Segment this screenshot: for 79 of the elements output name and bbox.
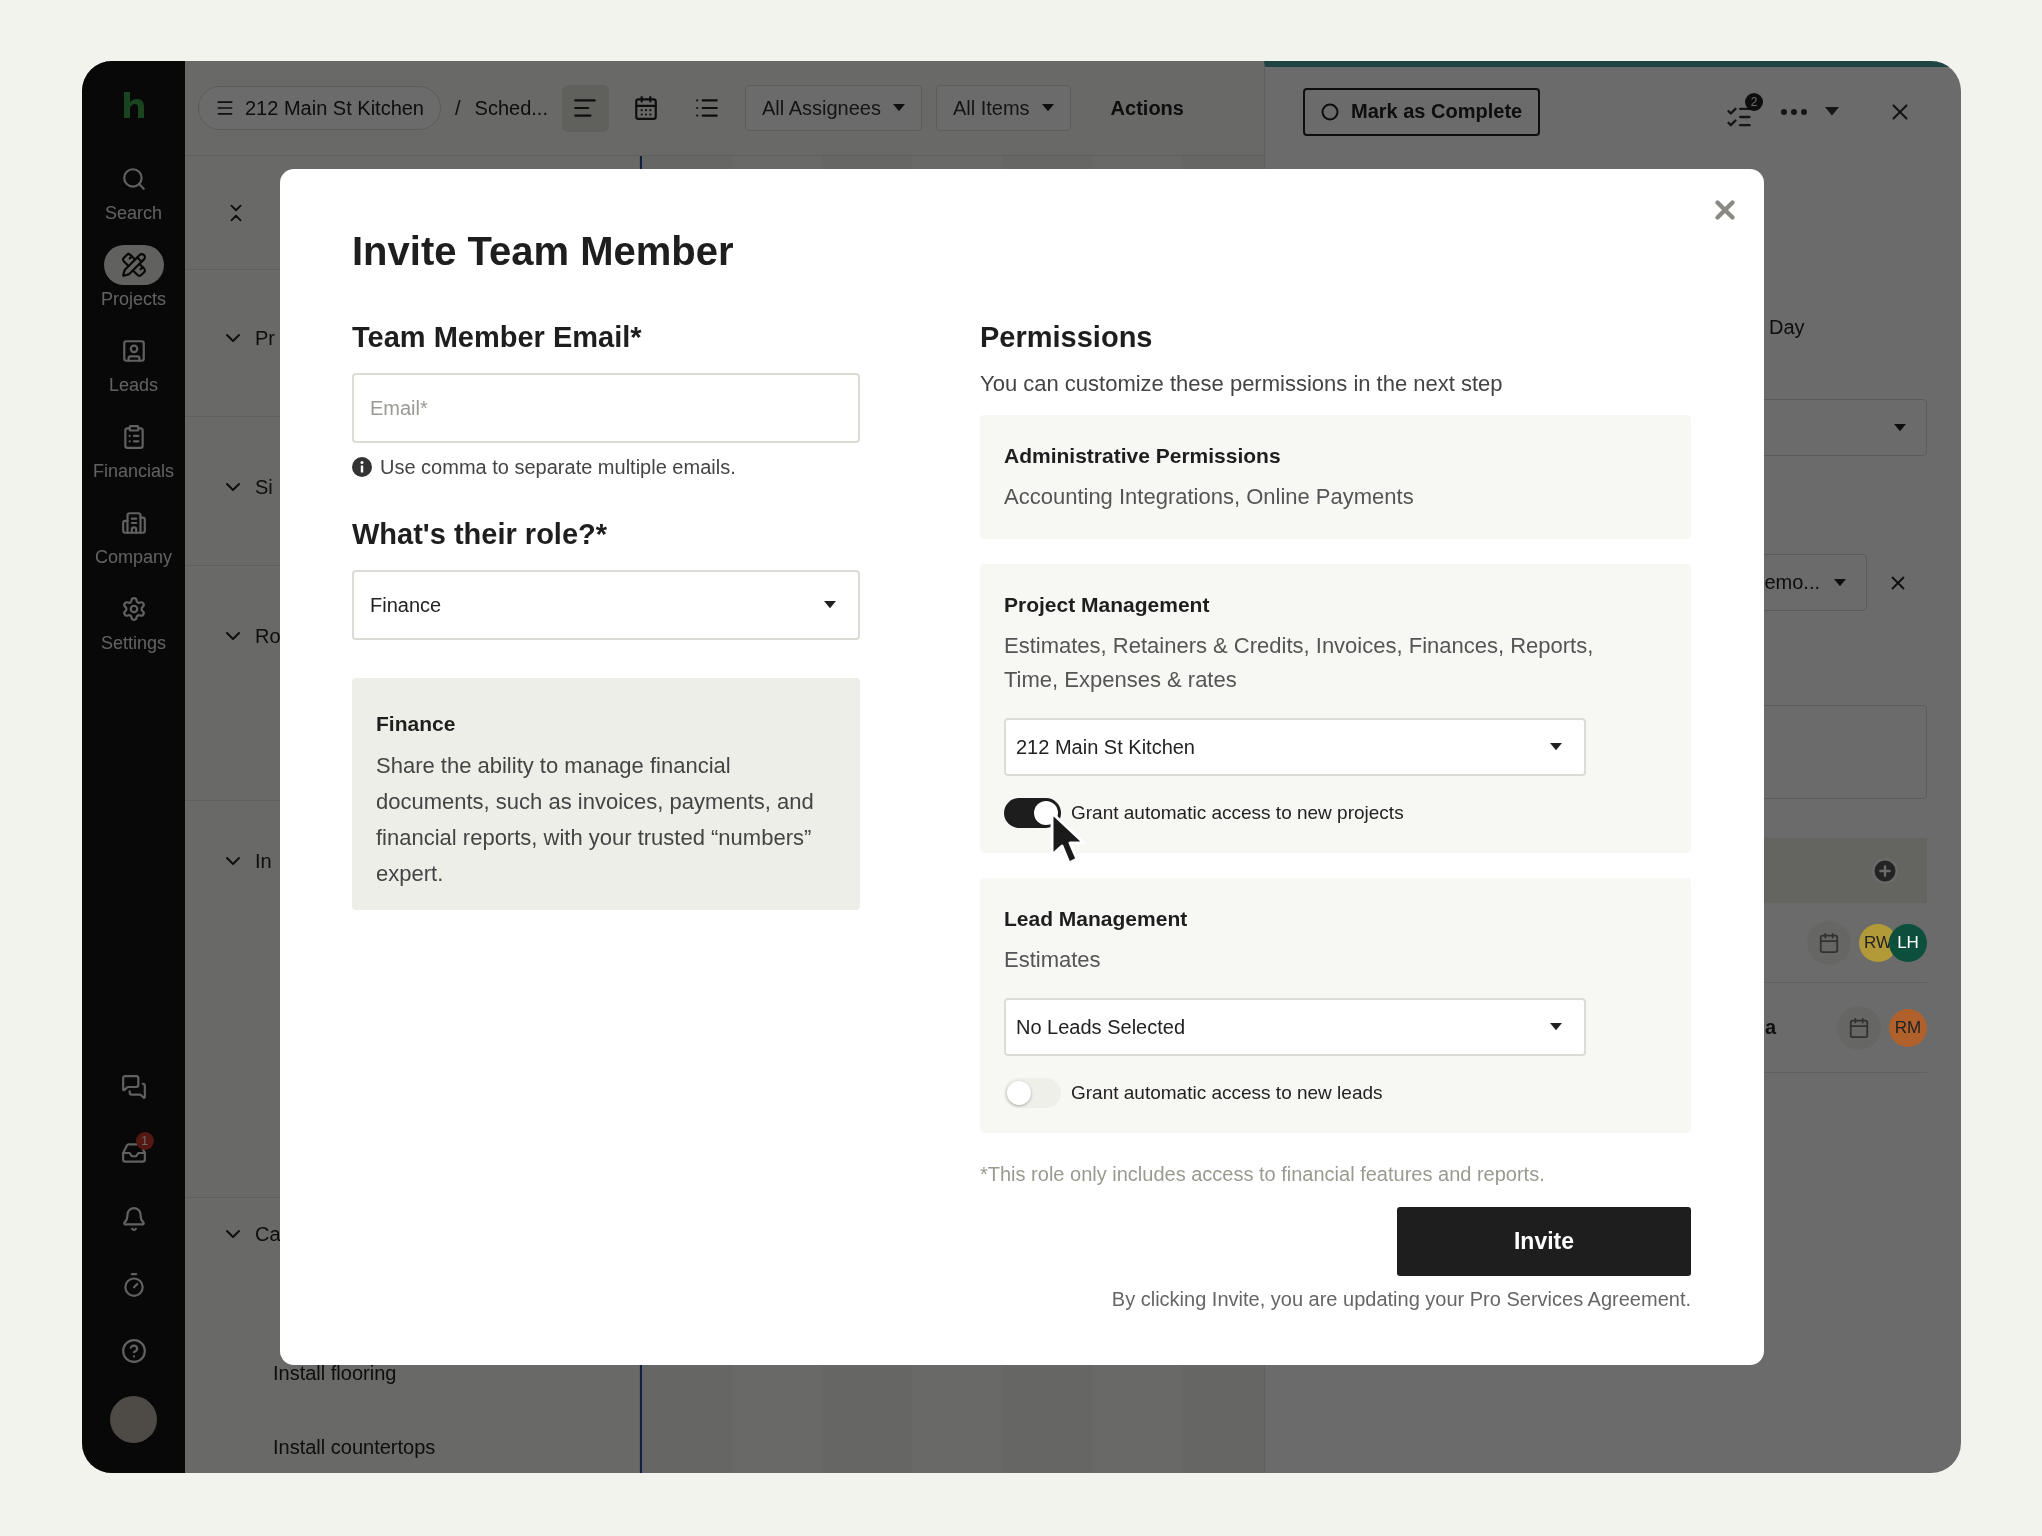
section-title: Si — [255, 475, 273, 499]
card-title: Administrative Permissions — [1004, 443, 1282, 469]
permission-list: Estimates, Retainers & Credits, Invoices, Finances, Reports, Time, Expenses & rates — [1004, 629, 1644, 697]
breadcrumb-page[interactable]: Sched... — [474, 96, 548, 120]
card-title: Lead Management — [1004, 906, 1189, 932]
filter-dropdown[interactable]: All Items — [935, 85, 1071, 131]
task-name: Install countertops — [273, 1436, 437, 1459]
sidebar-item[interactable]: Search — [82, 148, 185, 234]
sidebar-item[interactable]: Settings — [82, 578, 185, 664]
circle-icon — [1321, 102, 1339, 121]
sidebar-item[interactable]: Company — [82, 492, 185, 578]
add-icon[interactable] — [1871, 856, 1899, 885]
caret-icon — [1894, 423, 1906, 432]
checklist-button[interactable]: 2 — [1725, 92, 1763, 131]
initials-avatar: RM — [1889, 1008, 1927, 1047]
caret-icon — [1834, 578, 1846, 587]
scope-select[interactable]: 212 Main St Kitchen — [1004, 718, 1586, 776]
more-icon — [1781, 108, 1807, 115]
section-heading: Team Member Email* — [352, 320, 643, 355]
calendar-icon — [1848, 1016, 1870, 1039]
card-title: Finance — [376, 711, 457, 737]
day-label: Day — [1769, 316, 1806, 339]
sidebar-item[interactable]: Leads — [82, 320, 185, 406]
section-heading: Permissions — [980, 320, 1154, 355]
calendar-icon — [633, 95, 660, 121]
filter-dropdown[interactable]: All Assignees — [744, 85, 922, 131]
user-avatar[interactable] — [110, 1396, 157, 1443]
bell-icon — [120, 1206, 147, 1232]
sidebar-item[interactable]: Financials — [82, 406, 185, 492]
role-select[interactable]: Finance — [352, 570, 860, 640]
invite-button[interactable]: Invite — [1397, 1207, 1691, 1276]
task-name: Install flooring — [273, 1362, 398, 1385]
permission-list: Accounting Integrations, Online Payments — [1004, 480, 1644, 514]
section-title: In — [255, 849, 272, 873]
actions-menu[interactable]: Actions — [1110, 96, 1184, 120]
count-badge: 2 — [1745, 92, 1763, 111]
mark-complete-button[interactable]: Mark as Complete — [1303, 87, 1541, 136]
caret-icon — [824, 601, 836, 609]
card-description: Share the ability to manage financial documents, such as invoices, payments, and financial reports, with your trusted “numbers” expert. — [376, 752, 815, 888]
notification-badge: 1 — [135, 1132, 154, 1150]
permission-list: Estimates — [1004, 943, 1644, 977]
project-selector[interactable]: 212 Main St Kitchen — [198, 86, 441, 130]
info-icon — [352, 457, 372, 477]
section-title: Pr — [255, 326, 275, 350]
card-title: Project Management — [1004, 592, 1211, 618]
calendar-icon — [1818, 931, 1840, 954]
caret-icon — [892, 104, 905, 112]
initials-avatar: LH — [1889, 923, 1927, 962]
caret-icon — [1550, 1023, 1562, 1031]
toggle-label: Grant automatic access to new projects — [1071, 802, 1404, 824]
hint-text: Use comma to separate multiple emails. — [380, 455, 736, 479]
inbox-button[interactable]: 1 — [103, 1120, 164, 1186]
timeline-view-button[interactable] — [561, 84, 609, 132]
menu-icon — [215, 98, 235, 118]
chat-bubbles-icon — [120, 1074, 147, 1100]
expand-button[interactable] — [1825, 107, 1839, 116]
section-title: Ro — [255, 624, 281, 648]
toggle-switch[interactable] — [1004, 1078, 1061, 1108]
row-text: a — [1765, 1016, 1778, 1039]
calendar-button[interactable] — [1837, 1005, 1881, 1050]
email-field[interactable]: Email* — [352, 373, 860, 443]
more-button[interactable] — [1781, 108, 1807, 115]
help-icon — [120, 1338, 147, 1364]
agreement-note: By clicking Invite, you are updating your Pro Services Agreement. — [1111, 1287, 1691, 1312]
caret-icon — [1041, 104, 1054, 112]
breadcrumb-separator: / — [455, 96, 461, 120]
sidebar-item[interactable]: Projects — [82, 234, 185, 320]
caret-icon — [1550, 743, 1562, 751]
caret-icon — [1825, 107, 1839, 116]
calendar-button[interactable] — [1807, 920, 1851, 965]
section-title: Ca — [255, 1222, 281, 1246]
dialog-title: Invite Team Member — [352, 228, 735, 275]
logo-icon[interactable] — [121, 91, 146, 118]
section-subtitle: You can customize these permissions in the next step — [980, 370, 1504, 398]
toggle-switch[interactable] — [1004, 798, 1061, 828]
section-heading: What's their role?* — [352, 517, 609, 552]
footnote: *This role only includes access to financial features and reports. — [980, 1162, 1546, 1187]
toggle-label: Grant automatic access to new leads — [1071, 1082, 1383, 1104]
scope-select[interactable]: No Leads Selected — [1004, 998, 1586, 1056]
